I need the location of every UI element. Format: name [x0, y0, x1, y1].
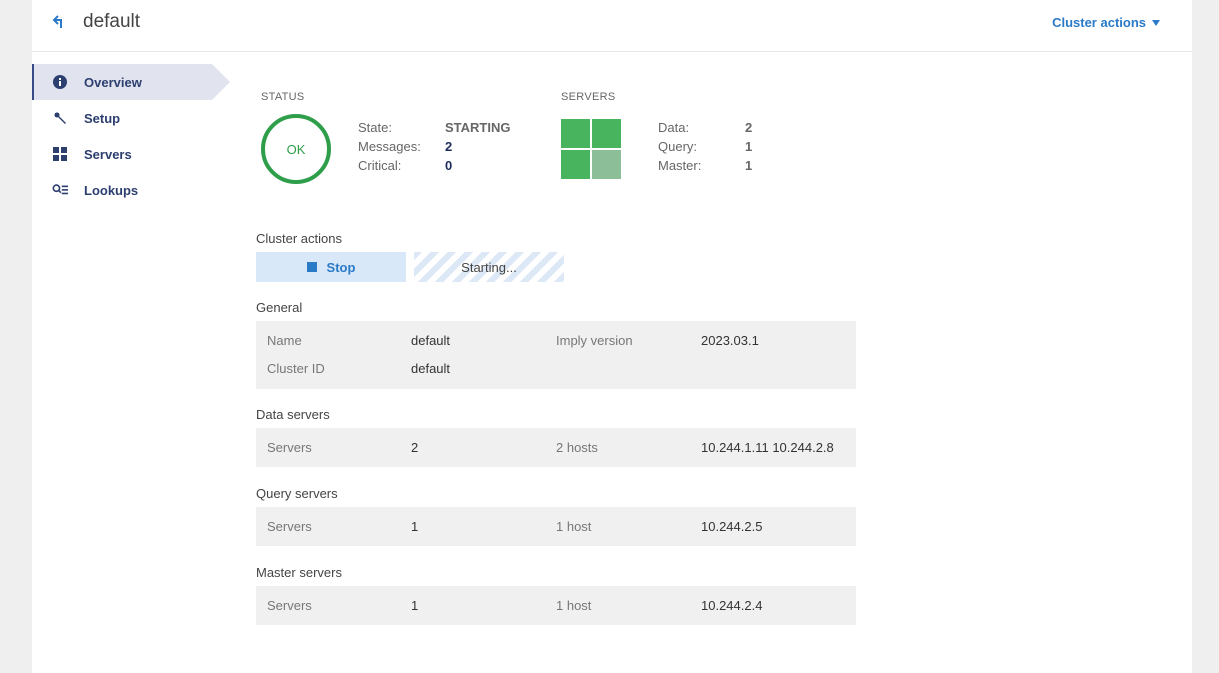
starting-progress: Starting...: [414, 252, 564, 282]
sidebar-item-label: Servers: [84, 146, 132, 162]
servers-key-data: Data:: [658, 120, 690, 135]
version-value: 2023.03.1: [701, 333, 759, 348]
name-label: Name: [267, 333, 302, 348]
status-value-messages[interactable]: 2: [445, 137, 510, 156]
host-addresses: 10.244.1.11 10.244.2.8: [701, 440, 834, 455]
cluster-actions-dropdown[interactable]: Cluster actions: [1052, 15, 1160, 30]
status-key-critical: Critical:: [358, 158, 402, 173]
data-servers-heading: Data servers: [256, 407, 330, 422]
master-servers-table: Servers 1 1 host 10.244.2.4: [256, 586, 856, 625]
servers-values: 2 1 1: [745, 118, 752, 175]
servers-keys: Data: Query: Master:: [658, 118, 701, 175]
lookup-icon: [52, 182, 68, 198]
host-addresses: 10.244.2.5: [701, 519, 763, 534]
query-servers-heading: Query servers: [256, 486, 338, 501]
servers-value-master: 1: [745, 158, 753, 173]
wrench-icon: [52, 110, 68, 126]
servers-label: Servers: [267, 440, 312, 455]
server-tile: [561, 150, 590, 179]
name-value: default: [411, 333, 451, 348]
servers-heading: SERVERS: [561, 91, 616, 103]
host-addresses: 10.244.2.4: [701, 598, 763, 613]
sidebar-item-label: Lookups: [84, 182, 139, 198]
servers-grid: [561, 119, 621, 179]
servers-count: 1: [411, 519, 419, 534]
sidebar-item-setup[interactable]: Setup: [32, 100, 232, 136]
data-servers-table: Servers 2 2 hosts 10.244.1.11 10.244.2.8: [256, 428, 856, 467]
back-arrow-icon[interactable]: [52, 12, 68, 32]
general-table: Name default Imply version 2023.03.1 Clu…: [256, 321, 856, 389]
servers-key-master: Master:: [658, 158, 702, 173]
status-indicator: OK: [261, 114, 331, 184]
master-servers-heading: Master servers: [256, 565, 342, 580]
table-row: Servers 2 2 hosts 10.244.1.11 10.244.2.8: [256, 440, 856, 460]
query-servers-table: Servers 1 1 host 10.244.2.5: [256, 507, 856, 546]
cluster-actions-label: Cluster actions: [1052, 15, 1146, 30]
status-value-state: STARTING: [445, 120, 511, 135]
server-tile: [561, 119, 590, 148]
stop-button[interactable]: Stop: [256, 252, 406, 282]
caret-down-icon: [1152, 19, 1160, 26]
starting-label: Starting...: [461, 259, 517, 275]
servers-count: 2: [411, 440, 419, 455]
servers-count: 1: [411, 598, 419, 613]
sidebar-item-label: Setup: [84, 110, 121, 126]
status-heading: STATUS: [261, 91, 305, 103]
sidebar-item-servers[interactable]: Servers: [32, 136, 232, 172]
sidebar-item-overview[interactable]: Overview: [32, 64, 230, 100]
sidebar: Overview Setup Servers Lookups: [32, 64, 232, 208]
page-title: default: [83, 11, 141, 32]
servers-label: Servers: [267, 598, 312, 613]
stop-icon: [306, 262, 317, 272]
status-keys: State: Messages: Critical:: [358, 118, 421, 175]
sidebar-item-label: Overview: [84, 74, 142, 90]
servers-value-data: 2: [745, 120, 753, 135]
cluster-actions-heading: Cluster actions: [256, 231, 342, 246]
sidebar-item-lookups[interactable]: Lookups: [32, 172, 232, 208]
servers-label: Servers: [267, 519, 312, 534]
status-key-messages: Messages:: [358, 139, 421, 154]
table-row: Servers 1 1 host 10.244.2.4: [256, 598, 856, 618]
status-values: STARTING 2 0: [445, 118, 510, 175]
grid-icon: [52, 146, 68, 162]
server-tile: [592, 119, 621, 148]
table-row: Cluster ID default: [256, 361, 856, 381]
hosts-label: 2 hosts: [556, 440, 598, 455]
status-key-state: State:: [358, 120, 392, 135]
info-icon: [52, 74, 68, 90]
general-heading: General: [256, 300, 303, 315]
status-value-critical[interactable]: 0: [445, 156, 510, 175]
stop-button-label: Stop: [326, 259, 356, 275]
status-indicator-text: OK: [286, 141, 306, 157]
version-label: Imply version: [556, 333, 633, 348]
servers-value-query: 1: [745, 139, 753, 154]
top-bar: default Cluster actions: [32, 0, 1192, 52]
cluster-id-label: Cluster ID: [267, 361, 325, 376]
servers-key-query: Query:: [658, 139, 698, 154]
table-row: Servers 1 1 host 10.244.2.5: [256, 519, 856, 539]
hosts-label: 1 host: [556, 598, 592, 613]
table-row: Name default Imply version 2023.03.1: [256, 333, 856, 353]
main-panel: default Cluster actions Overview Setup S…: [32, 0, 1192, 673]
hosts-label: 1 host: [556, 519, 592, 534]
server-tile: [592, 150, 621, 179]
cluster-id-value: default: [411, 361, 451, 376]
